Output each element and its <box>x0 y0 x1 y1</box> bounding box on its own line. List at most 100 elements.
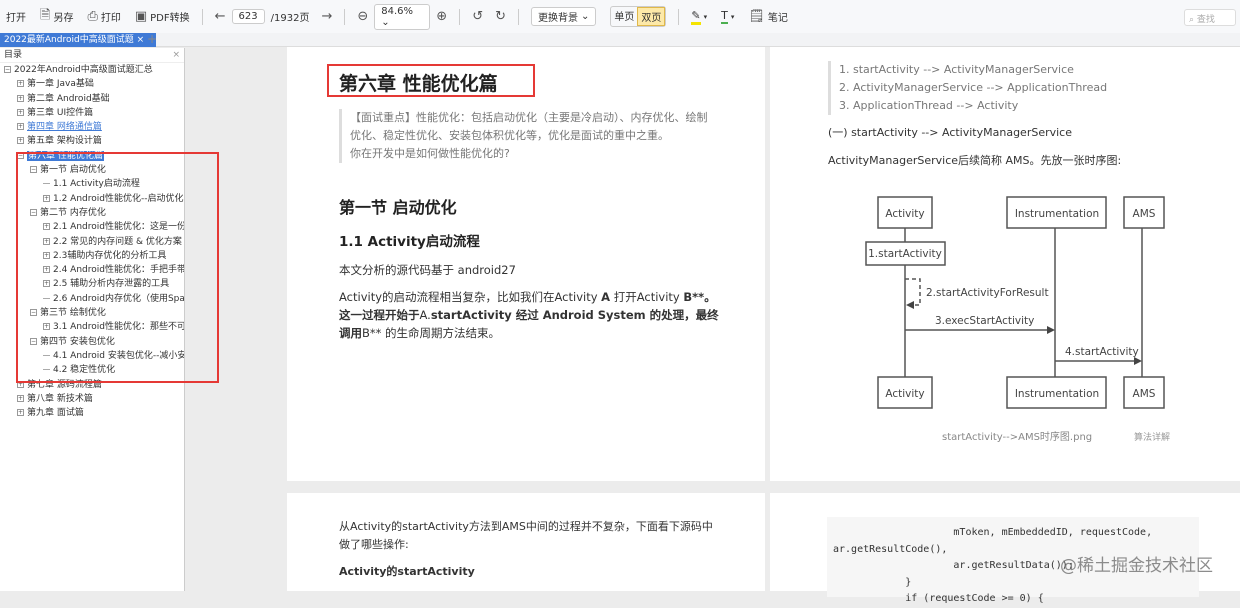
print-label: 打印 <box>100 13 121 24</box>
toc-highlight-box <box>16 152 219 383</box>
divider <box>518 8 519 25</box>
code-line: mToken, mEmbeddedID, requestCode, <box>833 527 1153 538</box>
zoom-out-icon[interactable]: ⊖ <box>357 9 368 24</box>
divider <box>678 8 680 25</box>
expand-icon[interactable]: + <box>17 394 24 402</box>
highlighter-icon: ✎ <box>691 9 701 25</box>
divider <box>344 8 346 25</box>
printer-icon: ⎙ <box>87 9 98 24</box>
single-page-button[interactable]: 单页 <box>611 7 637 26</box>
text: B** 的生命周期方法结束。 <box>362 326 501 340</box>
divider <box>459 8 461 25</box>
message-label: 2.startActivityForResult <box>926 287 1049 299</box>
toc-item-label: 第九章 面试篇 <box>27 408 84 419</box>
zoom-select[interactable]: 84.6% ⌄ <box>374 3 431 30</box>
toc-item-label: 第三章 UI控件篇 <box>27 107 94 118</box>
steps-list: 1. startActivity --> ActivityManagerServ… <box>828 61 1107 115</box>
quote-text: 【面试重点】性能优化：包括启动优化（主要是冷启动）、内存优化、绘制优化、稳定性优… <box>350 111 708 142</box>
pdf-convert-label: PDF转换 <box>150 13 190 24</box>
save-as-button[interactable]: 🗎 另存 <box>40 6 73 28</box>
actor-label: Activity <box>885 388 924 400</box>
toc-item[interactable]: + 第五章 架构设计篇 <box>0 134 184 148</box>
note-icon: 🗒 <box>748 9 765 24</box>
prev-page-icon[interactable]: ← <box>215 9 226 24</box>
pdf-convert-button[interactable]: ▣ PDF转换 <box>135 9 190 24</box>
self-call-arrow <box>905 278 921 306</box>
toc-close-icon[interactable]: × <box>172 48 180 62</box>
message-label: 1.startActivity <box>868 248 942 260</box>
expand-icon[interactable]: + <box>17 94 24 102</box>
toc-item[interactable]: + 第一章 Java基础 <box>0 77 184 91</box>
page-number-input[interactable]: 623 <box>231 9 265 24</box>
tab-close-icon[interactable]: × <box>137 35 145 45</box>
toc-item[interactable]: + 第九章 面试篇 <box>0 406 184 420</box>
zoom-in-icon[interactable]: ⊕ <box>436 9 447 24</box>
ams-intro: ActivityManagerService后续简称 AMS。先放一张时序图: <box>828 154 1122 167</box>
toc-item[interactable]: + 第八章 新技术篇 <box>0 392 184 406</box>
search-icon: ⌕ <box>1189 15 1197 25</box>
background-select[interactable]: 更换背景 ⌄ <box>531 7 597 26</box>
expand-icon[interactable]: + <box>17 108 24 116</box>
toc-item-label: 第二章 Android基础 <box>27 93 110 104</box>
arrowhead <box>1047 326 1055 334</box>
interview-quote: 【面试重点】性能优化：包括启动优化（主要是冷启动）、内存优化、绘制优化、稳定性优… <box>339 109 709 163</box>
page-total: /1932页 <box>270 13 310 24</box>
quote-question: 你在开发中是如何做性能优化的? <box>350 147 510 160</box>
highlight-button[interactable]: ✎ ▾ <box>691 9 707 25</box>
toc-item[interactable]: + 第三章 UI控件篇 <box>0 106 184 120</box>
page-right: 1. startActivity --> ActivityManagerServ… <box>770 47 1240 481</box>
expand-icon[interactable]: + <box>17 409 24 417</box>
collapse-icon[interactable]: − <box>4 66 11 73</box>
text: Activity的启动流程相当复杂，比如我们在Activity <box>339 290 602 304</box>
toc-item-label: 第五章 架构设计篇 <box>27 136 102 147</box>
new-tab-button[interactable]: + <box>147 32 157 46</box>
print-button[interactable]: ⎙ 打印 <box>87 9 120 24</box>
arrowhead <box>1134 357 1142 365</box>
text: A <box>601 290 611 304</box>
step-item: 2. ActivityManagerService --> Applicatio… <box>839 81 1108 94</box>
save-icon: 🗎 <box>40 7 51 23</box>
text-icon: T <box>721 9 728 24</box>
toc-item-label: 2022年Android中高级面试题汇总 <box>14 65 153 75</box>
save-as-label: 另存 <box>53 13 74 24</box>
code-heading: Activity的startActivity <box>339 565 475 578</box>
rotate-right-icon[interactable]: ↻ <box>495 9 506 24</box>
paragraph-ams: 从Activity的startActivity方法到AMS中间的过程并不复杂，下… <box>339 520 713 551</box>
chevron-down-icon: ⌄ <box>581 11 590 22</box>
expand-icon[interactable]: + <box>17 80 24 88</box>
search-input[interactable]: ⌕ 查找 <box>1184 9 1236 26</box>
subsection-heading: 1.1 Activity启动流程 <box>339 234 480 250</box>
section-heading: 第一节 启动优化 <box>339 198 457 217</box>
actor-label: Activity <box>885 208 924 220</box>
double-page-button[interactable]: 双页 <box>637 7 666 26</box>
actor-label: AMS <box>1133 208 1156 220</box>
actor-label: Instrumentation <box>1015 208 1099 220</box>
expand-icon[interactable]: + <box>17 123 24 131</box>
tab-bar: 2022最新Android中高级面试题 × + <box>0 32 1240 47</box>
toolbar: 打开 🗎 另存 ⎙ 打印 ▣ PDF转换 ← 623 /1932页 → ⊖ 84.6%… <box>0 0 1240 33</box>
toc-item[interactable]: + 第二章 Android基础 <box>0 92 184 106</box>
toc-item[interactable]: + 第四章 网络通信篇 <box>0 120 184 134</box>
watermark: @稀土掘金技术社区 <box>1060 556 1213 576</box>
chevron-down-icon: ⌄ <box>381 16 390 28</box>
next-page-icon[interactable]: → <box>321 9 332 24</box>
chevron-down-icon: ▾ <box>730 12 735 21</box>
rotate-left-icon[interactable]: ↺ <box>472 9 483 24</box>
open-button[interactable]: 打开 <box>6 9 26 24</box>
divider <box>201 8 203 25</box>
expand-icon[interactable]: + <box>17 137 24 145</box>
page-mode-toggle: 单页 双页 <box>610 6 667 27</box>
diagram-caption: startActivity-->AMS时序图.png <box>942 430 1092 443</box>
toc-title: 目录 <box>4 50 23 60</box>
step-item: 1. startActivity --> ActivityManagerServ… <box>839 63 1074 76</box>
ams-heading: (一) startActivity --> ActivityManagerSer… <box>828 126 1072 139</box>
tab-document[interactable]: 2022最新Android中高级面试题 × <box>0 33 156 47</box>
chapter-highlight-box <box>327 64 535 97</box>
toc-item[interactable]: −2022年Android中高级面试题汇总 <box>0 63 184 77</box>
pdf-icon: ▣ <box>134 9 148 24</box>
chevron-down-icon: ▾ <box>703 12 708 21</box>
toc-header: 目录 × <box>0 48 184 63</box>
page-left: 第六章 性能优化篇 【面试重点】性能优化：包括启动优化（主要是冷启动）、内存优化… <box>287 47 765 481</box>
text-color-button[interactable]: T ▾ <box>721 9 734 24</box>
notes-button[interactable]: 🗒 笔记 <box>748 9 788 24</box>
